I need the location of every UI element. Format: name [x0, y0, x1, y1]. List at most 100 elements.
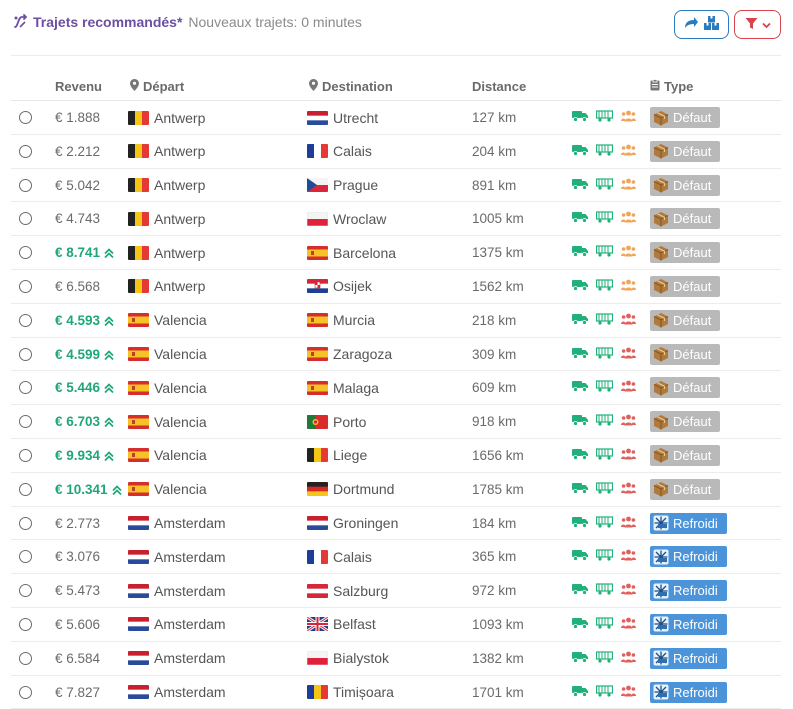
trailer-icon[interactable]: [595, 346, 614, 362]
table-row[interactable]: € 5.446 Valencia Malaga 609 km Défaut: [11, 371, 781, 406]
people-icon[interactable]: [621, 313, 636, 328]
truck-icon[interactable]: [572, 144, 588, 159]
column-header-departure[interactable]: Départ: [130, 79, 184, 94]
truck-icon[interactable]: [572, 110, 588, 125]
truck-icon[interactable]: [572, 617, 588, 632]
people-icon[interactable]: [621, 380, 636, 395]
people-icon[interactable]: [621, 110, 636, 125]
truck-icon[interactable]: [572, 651, 588, 666]
column-header-revenue[interactable]: Revenu: [55, 79, 102, 94]
table-row[interactable]: € 8.741 Antwerp Barcelona 1375 km Défaut: [11, 236, 781, 270]
people-icon[interactable]: [621, 211, 636, 226]
row-select-radio[interactable]: [19, 516, 32, 530]
table-row[interactable]: € 2.773 Amsterdam Groningen 184 km Refro…: [11, 507, 781, 541]
table-row[interactable]: € 6.568 Antwerp Osijek 1562 km Défaut: [11, 270, 781, 304]
row-select-radio[interactable]: [19, 212, 32, 226]
trailer-icon[interactable]: [595, 651, 614, 666]
row-select-radio[interactable]: [19, 381, 32, 395]
table-row[interactable]: € 7.827 Amsterdam Timișoara 1701 km Refr…: [11, 676, 781, 709]
trailer-icon[interactable]: [595, 211, 614, 226]
people-icon[interactable]: [621, 144, 636, 159]
table-row[interactable]: € 10.341 Valencia Dortmund 1785 km Défau…: [11, 473, 781, 507]
column-header-type[interactable]: Type: [650, 79, 693, 94]
trailer-icon[interactable]: [595, 110, 614, 125]
table-row[interactable]: € 2.212 Antwerp Calais 204 km Défaut: [11, 135, 781, 169]
trailer-icon[interactable]: [595, 515, 614, 531]
revenue-value: € 1.888: [55, 110, 101, 125]
people-icon[interactable]: [621, 617, 636, 632]
trailer-icon[interactable]: [595, 313, 614, 328]
row-select-radio[interactable]: [19, 617, 32, 631]
trailer-icon[interactable]: [595, 617, 614, 632]
table-row[interactable]: € 3.076 Amsterdam Calais 365 km Refroidi: [11, 540, 781, 575]
trailer-icon[interactable]: [595, 144, 614, 159]
truck-icon[interactable]: [572, 549, 588, 564]
row-select-radio[interactable]: [19, 685, 32, 699]
trailer-icon[interactable]: [595, 448, 614, 463]
people-icon[interactable]: [621, 279, 636, 294]
table-row[interactable]: € 4.593 Valencia Murcia 218 km Défaut: [11, 304, 781, 338]
row-select-radio[interactable]: [19, 550, 32, 564]
truck-icon[interactable]: [572, 245, 588, 260]
table-row[interactable]: € 4.743 Antwerp Wroclaw 1005 km Défaut: [11, 202, 781, 237]
people-icon[interactable]: [621, 178, 636, 193]
people-icon[interactable]: [621, 414, 636, 429]
people-icon[interactable]: [621, 347, 636, 362]
table-row[interactable]: € 6.584 Amsterdam Bialystok 1382 km Refr…: [11, 642, 781, 676]
row-select-radio[interactable]: [19, 415, 32, 429]
row-select-radio[interactable]: [19, 313, 32, 327]
table-row[interactable]: € 4.599 Valencia Zaragoza 309 km Défaut: [11, 338, 781, 372]
truck-icon[interactable]: [572, 583, 588, 598]
trailer-icon[interactable]: [595, 245, 614, 260]
truck-icon[interactable]: [572, 448, 588, 463]
table-row[interactable]: € 5.042 Antwerp Prague 891 km Défaut: [11, 169, 781, 203]
column-header-destination[interactable]: Destination: [309, 79, 393, 94]
truck-icon[interactable]: [572, 347, 588, 362]
trailer-icon[interactable]: [595, 482, 614, 497]
people-icon[interactable]: [621, 245, 636, 260]
filter-button[interactable]: [734, 10, 781, 39]
people-icon[interactable]: [621, 685, 636, 700]
truck-icon[interactable]: [572, 178, 588, 193]
trailer-icon[interactable]: [595, 380, 614, 395]
table-row[interactable]: € 5.473 Amsterdam Salzburg 972 km Refroi…: [11, 574, 781, 608]
row-select-radio[interactable]: [19, 448, 32, 462]
trailer-icon[interactable]: [595, 549, 614, 564]
truck-icon[interactable]: [572, 685, 588, 700]
table-row[interactable]: € 9.934 Valencia Liege 1656 km Défaut: [11, 439, 781, 473]
row-select-radio[interactable]: [19, 279, 32, 293]
row-select-radio[interactable]: [19, 347, 32, 361]
row-select-radio[interactable]: [19, 178, 32, 192]
row-select-radio[interactable]: [19, 651, 32, 665]
people-icon[interactable]: [621, 516, 636, 531]
row-select-radio[interactable]: [19, 584, 32, 598]
people-icon[interactable]: [621, 482, 636, 497]
trailer-icon[interactable]: [595, 279, 614, 294]
truck-icon[interactable]: [572, 380, 588, 395]
trailer-icon[interactable]: [595, 583, 614, 598]
row-select-radio[interactable]: [19, 246, 32, 260]
trailer-icon[interactable]: [595, 684, 614, 700]
truck-icon[interactable]: [572, 482, 588, 497]
type-badge: Refroidi: [650, 647, 727, 669]
truck-icon[interactable]: [572, 516, 588, 531]
row-select-radio[interactable]: [19, 482, 32, 496]
people-icon[interactable]: [621, 549, 636, 564]
people-icon[interactable]: [621, 448, 636, 463]
row-select-radio[interactable]: [19, 111, 32, 124]
truck-icon[interactable]: [572, 414, 588, 429]
column-header-distance[interactable]: Distance: [472, 79, 526, 94]
distance-value: 309 km: [472, 346, 517, 362]
table-row[interactable]: € 6.703 Valencia Porto 918 km Défaut: [11, 405, 781, 439]
table-row[interactable]: € 5.606 Amsterdam Belfast 1093 km Refroi…: [11, 608, 781, 642]
truck-icon[interactable]: [572, 279, 588, 294]
truck-icon[interactable]: [572, 211, 588, 226]
trailer-icon[interactable]: [595, 177, 614, 193]
row-select-radio[interactable]: [19, 144, 32, 158]
share-routes-button[interactable]: [674, 10, 729, 39]
table-row[interactable]: € 1.888 Antwerp Utrecht 127 km Défaut: [11, 101, 781, 135]
people-icon[interactable]: [621, 651, 636, 666]
people-icon[interactable]: [621, 583, 636, 598]
trailer-icon[interactable]: [595, 414, 614, 429]
truck-icon[interactable]: [572, 313, 588, 328]
